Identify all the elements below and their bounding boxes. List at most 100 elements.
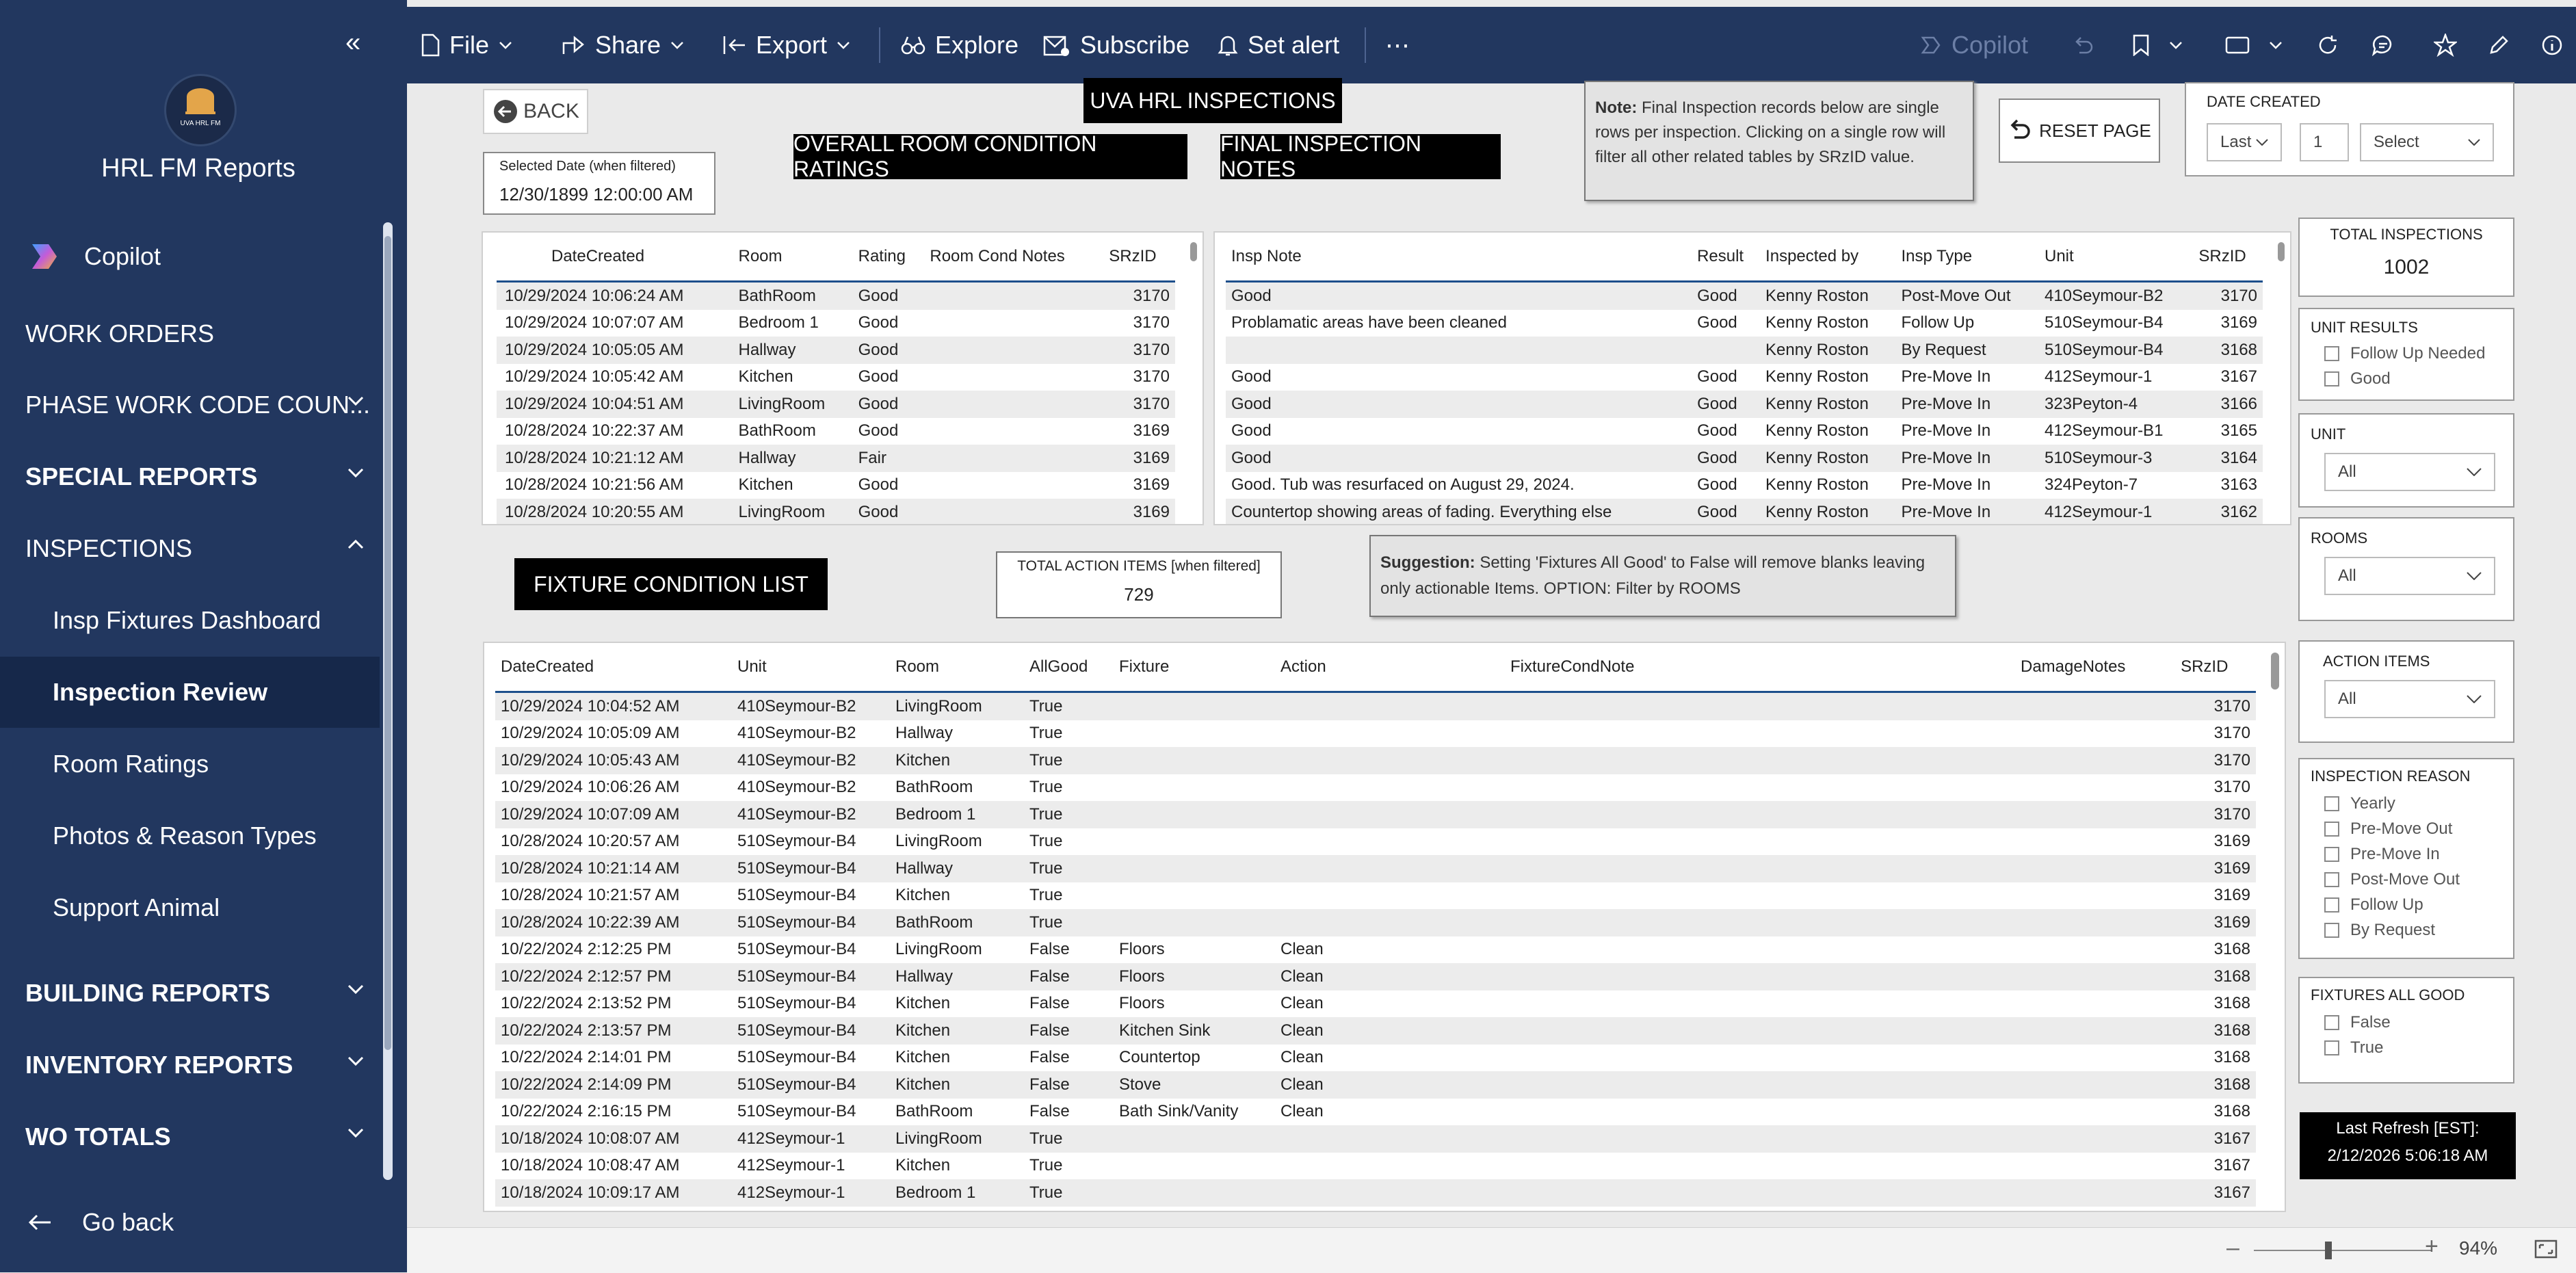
final-inspection-table[interactable]: Insp Note Result Inspected by Insp Type … xyxy=(1213,231,2291,525)
export-menu[interactable]: Export xyxy=(722,7,860,83)
table-row[interactable]: 10/29/2024 10:06:26 AM 410Seymour-B2 BathR… xyxy=(495,774,2256,802)
sidebar-item-phase-work-code[interactable]: PHASE WORK CODE COUN... xyxy=(0,369,380,441)
undo-icon[interactable] xyxy=(2073,7,2103,83)
col-header[interactable]: SRzID xyxy=(2193,233,2263,283)
table-row[interactable]: 10/29/2024 10:05:09 AM 410Seymour-B2 Hallw… xyxy=(495,720,2256,748)
action-items-dropdown[interactable]: All xyxy=(2324,680,2495,718)
table-row[interactable]: 10/22/2024 2:13:52 PM 510Seymour-B4 Kitche… xyxy=(495,990,2256,1018)
table-row[interactable]: Countertop showing areas of fading. Ever… xyxy=(1226,499,2263,524)
favorite-star-icon[interactable] xyxy=(2434,7,2467,83)
zoom-in-button[interactable]: + xyxy=(2425,1233,2439,1260)
inspection-reason-option[interactable]: Follow Up xyxy=(2324,892,2513,917)
table-row[interactable]: 10/29/2024 10:07:07 AM Bedroom 1 Good 3170 xyxy=(497,310,1175,337)
table-row[interactable]: 10/29/2024 10:05:42 AM Kitchen Good 3170 xyxy=(497,364,1175,391)
bookmark-icon[interactable] xyxy=(2132,7,2192,83)
col-header[interactable]: SRzID xyxy=(2175,643,2256,693)
table-row[interactable]: 10/22/2024 2:12:25 PM 510Seymour-B4 Living… xyxy=(495,936,2256,964)
checkbox[interactable] xyxy=(2324,846,2339,862)
col-header[interactable]: AllGood xyxy=(1024,643,1114,693)
checkbox[interactable] xyxy=(2324,371,2339,386)
fit-to-page-icon[interactable] xyxy=(2534,1239,2558,1259)
sidebar-item-building-reports[interactable]: BUILDING REPORTS xyxy=(0,958,380,1029)
table-row[interactable]: Good Good Kenny Roston Post-Move Out 410Seym… xyxy=(1226,281,2263,310)
collapse-nav-icon[interactable]: « xyxy=(345,27,360,58)
col-header[interactable]: Result xyxy=(1692,233,1761,283)
fixture-condition-list-button[interactable]: FIXTURE CONDITION LIST xyxy=(514,558,828,610)
checkbox[interactable] xyxy=(2324,871,2339,887)
fixture-table-scrollbar[interactable] xyxy=(2271,653,2279,690)
table-row[interactable]: 10/29/2024 10:05:43 AM 410Seymour-B2 Kitch… xyxy=(495,747,2256,774)
unit-result-option[interactable]: Follow Up Needed xyxy=(2324,341,2513,366)
reset-page-button[interactable]: RESET PAGE xyxy=(1999,99,2160,163)
set-alert-button[interactable]: Set alert xyxy=(1218,7,1339,83)
unit-dropdown[interactable]: All xyxy=(2324,453,2495,491)
sidebar-scrollbar-thumb[interactable] xyxy=(384,236,391,1050)
copilot-button[interactable]: Copilot xyxy=(1919,7,2028,83)
col-header[interactable]: Room xyxy=(733,233,853,283)
col-header[interactable]: DateCreated xyxy=(495,643,732,693)
table-row[interactable]: 10/28/2024 10:22:39 AM 510Seymour-B4 BathR… xyxy=(495,909,2256,936)
checkbox[interactable] xyxy=(2324,1040,2339,1055)
col-header[interactable]: Insp Type xyxy=(1895,233,2039,283)
sidebar-copilot[interactable]: Copilot xyxy=(0,221,380,292)
table-row[interactable]: 10/18/2024 10:08:47 AM 412Seymour-1 Kitche… xyxy=(495,1153,2256,1180)
sidebar-item-support-animal[interactable]: Support Animal xyxy=(0,872,380,943)
table-row[interactable]: Good Good Kenny Roston Pre-Move In 323Peyton… xyxy=(1226,391,2263,418)
checkbox[interactable] xyxy=(2324,922,2339,938)
room-table-scrollbar[interactable] xyxy=(1190,242,1197,261)
col-header[interactable]: SRzID xyxy=(1103,233,1175,283)
sidebar-item-inventory-reports[interactable]: INVENTORY REPORTS xyxy=(0,1029,380,1101)
inspection-reason-option[interactable]: Yearly xyxy=(2324,791,2513,816)
table-row[interactable]: 10/18/2024 10:09:17 AM 412Seymour-1 Bedroo… xyxy=(495,1179,2256,1207)
checkbox[interactable] xyxy=(2324,1014,2339,1030)
inspection-reason-option[interactable]: Pre-Move In xyxy=(2324,841,2513,867)
file-menu[interactable]: File xyxy=(421,7,522,83)
date-period-dropdown[interactable]: Last xyxy=(2207,123,2282,161)
table-row[interactable]: 10/28/2024 10:22:37 AM BathRoom Good 3169 xyxy=(497,418,1175,445)
inspection-reason-option[interactable]: Post-Move Out xyxy=(2324,867,2513,892)
back-button[interactable]: BACK xyxy=(483,89,588,134)
room-condition-table[interactable]: DateCreated Room Rating Room Cond Notes … xyxy=(482,231,1204,525)
edit-icon[interactable] xyxy=(2488,7,2519,83)
table-row[interactable]: 10/28/2024 10:21:56 AM Kitchen Good 3169 xyxy=(497,472,1175,499)
col-header[interactable]: FixtureCondNote xyxy=(1505,643,2015,693)
rooms-dropdown[interactable]: All xyxy=(2324,557,2495,595)
table-row[interactable]: 10/28/2024 10:20:55 AM LivingRoom Good 3169 xyxy=(497,499,1175,524)
fixtures-all-good-option[interactable]: True xyxy=(2324,1035,2513,1060)
zoom-slider[interactable] xyxy=(2254,1250,2432,1251)
table-row[interactable]: 10/28/2024 10:21:57 AM 510Seymour-B4 Kitch… xyxy=(495,882,2256,910)
fixtures-all-good-option[interactable]: False xyxy=(2324,1010,2513,1035)
table-row[interactable]: 10/22/2024 2:12:57 PM 510Seymour-B4 Hallwa… xyxy=(495,963,2256,990)
table-row[interactable]: 10/22/2024 2:16:15 PM 510Seymour-B4 BathRo… xyxy=(495,1099,2256,1126)
table-row[interactable]: 10/29/2024 10:04:51 AM LivingRoom Good 3170 xyxy=(497,391,1175,418)
final-inspection-notes-button[interactable]: FINAL INSPECTION NOTES xyxy=(1220,131,1501,181)
col-header[interactable]: Fixture xyxy=(1114,643,1275,693)
share-menu[interactable]: Share xyxy=(561,7,694,83)
table-row[interactable]: 10/29/2024 10:05:05 AM Hallway Good 3170 xyxy=(497,337,1175,364)
table-row[interactable]: Good Good Kenny Roston Pre-Move In 510Seymou… xyxy=(1226,445,2263,472)
col-header[interactable]: Action xyxy=(1275,643,1505,693)
col-header[interactable]: Insp Note xyxy=(1226,233,1692,283)
zoom-out-button[interactable]: – xyxy=(2226,1235,2239,1261)
more-options-button[interactable]: ⋯ xyxy=(1385,7,1410,83)
table-row[interactable]: Good Good Kenny Roston Pre-Move In 412Seymou… xyxy=(1226,364,2263,391)
col-header[interactable]: Room Cond Notes xyxy=(924,233,1104,283)
checkbox[interactable] xyxy=(2324,821,2339,837)
refresh-icon[interactable] xyxy=(2317,7,2348,83)
col-header[interactable]: Room xyxy=(890,643,1024,693)
table-row[interactable]: 10/28/2024 10:21:14 AM 510Seymour-B4 Hallw… xyxy=(495,855,2256,882)
zoom-slider-thumb[interactable] xyxy=(2325,1242,2332,1259)
table-row[interactable]: 10/22/2024 2:13:57 PM 510Seymour-B4 Kitche… xyxy=(495,1017,2256,1045)
sidebar-item-inspection-review[interactable]: Inspection Review xyxy=(0,657,380,728)
sidebar-item-wo-totals[interactable]: WO TOTALS xyxy=(0,1101,380,1172)
checkbox[interactable] xyxy=(2324,796,2339,811)
table-row[interactable]: Kenny Roston By Request 510Seymour-B4 3168 xyxy=(1226,337,2263,364)
table-row[interactable]: 10/29/2024 10:07:09 AM 410Seymour-B2 Bedro… xyxy=(495,801,2256,828)
explore-button[interactable]: Explore xyxy=(901,7,1018,83)
checkbox[interactable] xyxy=(2324,345,2339,361)
col-header[interactable]: DamageNotes xyxy=(2015,643,2176,693)
table-row[interactable]: 10/28/2024 10:20:57 AM 510Seymour-B4 Livin… xyxy=(495,828,2256,856)
date-count-input[interactable]: 1 xyxy=(2300,123,2349,161)
date-unit-dropdown[interactable]: Select xyxy=(2360,123,2494,161)
sidebar-item-work-orders[interactable]: WORK ORDERS xyxy=(0,298,380,369)
